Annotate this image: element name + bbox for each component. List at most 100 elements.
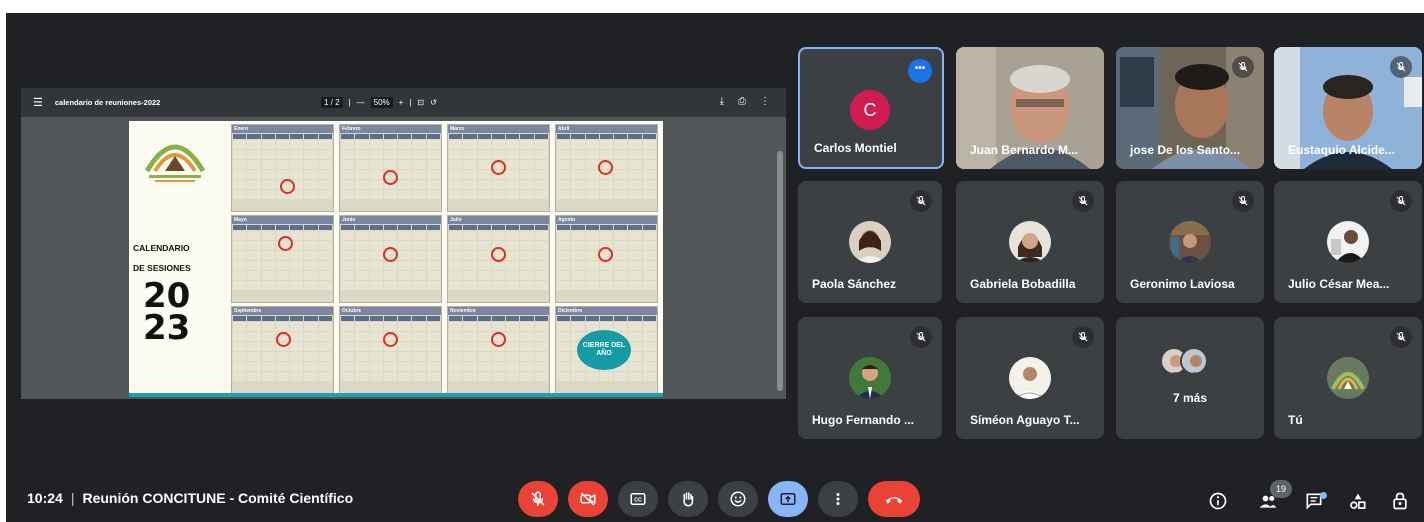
svg-text:CC: CC [634, 497, 642, 503]
zoom-in-icon[interactable]: + [399, 98, 404, 107]
participant-tile[interactable]: Hugo Fernando ... [798, 317, 942, 439]
meeting-date-circle [598, 160, 613, 175]
participant-name: Síméon Aguayo T... [970, 413, 1080, 427]
captions-icon: CC [630, 493, 646, 505]
participant-tile[interactable]: Eustaquio Alcide... [1274, 47, 1422, 169]
calendar-title-line1: CALENDARIO [133, 243, 190, 253]
month-name: Julio [448, 216, 549, 224]
meeting-date-circle [491, 247, 506, 262]
zoom-separator: | [348, 98, 351, 107]
more-vert-icon[interactable]: ⋮ [760, 96, 770, 107]
month-name: Junio [340, 216, 441, 224]
print-icon[interactable]: ⎙ [738, 96, 746, 107]
meeting-date-circle [491, 160, 506, 175]
month-days [340, 133, 441, 200]
participant-tile[interactable]: Paola Sánchez [798, 181, 942, 303]
more-participants-tile[interactable]: 7 más [1116, 317, 1264, 439]
mic-off-icon [910, 326, 932, 348]
self-avatar [1327, 357, 1369, 399]
scrollbar[interactable] [777, 151, 783, 391]
chat-notification-dot [1320, 492, 1327, 499]
raise-hand-button[interactable] [668, 481, 708, 517]
month-name: Marzo [448, 125, 549, 133]
mic-off-icon [1390, 326, 1412, 348]
avatar [849, 357, 891, 399]
meeting-date-circle [383, 332, 398, 347]
more-options-button[interactable] [818, 481, 858, 517]
calendar-month: Enero [231, 124, 334, 212]
month-days [232, 224, 333, 291]
closing-badge: CIERRE DEL AÑO [577, 330, 631, 370]
month-name: Mayo [232, 216, 333, 224]
hang-up-icon [885, 497, 903, 504]
pdf-file-name: calendario de reuniones-2022 [54, 98, 161, 107]
present-screen-icon [780, 493, 796, 505]
avatar [1169, 221, 1211, 263]
participant-tile[interactable]: Juan Bernardo M... [956, 47, 1104, 169]
more-options-icon[interactable]: ••• [908, 59, 932, 83]
meet-window: ☰ calendario de reuniones-2022 1 / 2 | —… [6, 13, 1424, 522]
activities-button[interactable] [1346, 489, 1370, 513]
calendar-year: 20 23 [143, 279, 190, 344]
meeting-date-circle [280, 179, 295, 194]
participant-name: Geronimo Laviosa [1130, 277, 1235, 291]
participant-tile[interactable]: jose De los Santo... [1116, 47, 1264, 169]
participant-name: Juan Bernardo M... [970, 143, 1079, 157]
menu-icon[interactable]: ☰ [33, 96, 43, 109]
mic-button[interactable] [518, 481, 558, 517]
meeting-info: 10:24 | Reunión CONCITUNE - Comité Científ… [27, 490, 353, 506]
zoom-out-icon[interactable]: — [357, 98, 365, 107]
present-button[interactable] [768, 481, 808, 517]
participant-name: Tú [1288, 413, 1303, 427]
fit-page-icon[interactable]: ⊡ [417, 98, 424, 107]
reactions-button[interactable] [718, 481, 758, 517]
camera-button[interactable] [568, 481, 608, 517]
participant-name: Gabriela Bobadilla [970, 277, 1076, 291]
participant-tile[interactable]: C ••• Carlos Montiel [798, 47, 944, 169]
avatar [1180, 347, 1208, 375]
mic-off-icon [1232, 56, 1254, 78]
month-name: Diciembre [556, 307, 657, 315]
participant-tile[interactable]: Síméon Aguayo T... [956, 317, 1104, 439]
mic-off-icon [1390, 56, 1412, 78]
mic-off-icon [1232, 190, 1254, 212]
participant-name: Julio César Mea... [1288, 277, 1390, 291]
info-icon [1209, 492, 1227, 510]
emoji-icon [730, 491, 746, 507]
host-controls-button[interactable] [1388, 489, 1412, 513]
participant-name: Eustaquio Alcide... [1288, 143, 1395, 157]
mic-off-icon [1390, 190, 1412, 212]
calendar-month: Octubre [339, 306, 442, 394]
more-participants-count: 7 más [1172, 391, 1208, 405]
page-indicator[interactable]: 1 / 2 [321, 97, 343, 108]
meeting-date-circle [383, 247, 398, 262]
month-name: Septiembre [232, 307, 333, 315]
meeting-date-circle [598, 247, 613, 262]
meeting-date-circle [276, 332, 291, 347]
info-separator: | [70, 490, 75, 506]
rotate-icon[interactable]: ↺ [430, 98, 437, 107]
download-icon[interactable]: ⤓ [720, 96, 724, 107]
participant-tile[interactable]: Geronimo Laviosa [1116, 181, 1264, 303]
meeting-date-circle [278, 236, 293, 251]
month-name: Octubre [340, 307, 441, 315]
calendar-page: CALENDARIO DE SESIONES 20 23 Enero Febrer… [129, 121, 663, 397]
participant-tile[interactable]: Gabriela Bobadilla [956, 181, 1104, 303]
page-footer-bar [129, 393, 663, 397]
shared-screen: ☰ calendario de reuniones-2022 1 / 2 | —… [21, 88, 786, 399]
calendar-title: CALENDARIO DE SESIONES [133, 239, 213, 278]
avatar [849, 221, 891, 263]
captions-button[interactable]: CC [618, 481, 658, 517]
more-vert-icon [836, 493, 840, 505]
avatar [1009, 357, 1051, 399]
zoom-level[interactable]: 50% [370, 97, 393, 108]
leave-call-button[interactable] [868, 481, 920, 517]
self-tile[interactable]: Tú [1274, 317, 1422, 439]
month-name: Noviembre [448, 307, 549, 315]
meeting-details-button[interactable] [1206, 489, 1230, 513]
mic-off-icon [531, 491, 545, 506]
people-button[interactable] [1256, 489, 1280, 513]
participant-tile[interactable]: Julio César Mea... [1274, 181, 1422, 303]
organization-logo [144, 144, 206, 182]
pdf-viewport: CALENDARIO DE SESIONES 20 23 Enero Febrer… [21, 117, 786, 399]
